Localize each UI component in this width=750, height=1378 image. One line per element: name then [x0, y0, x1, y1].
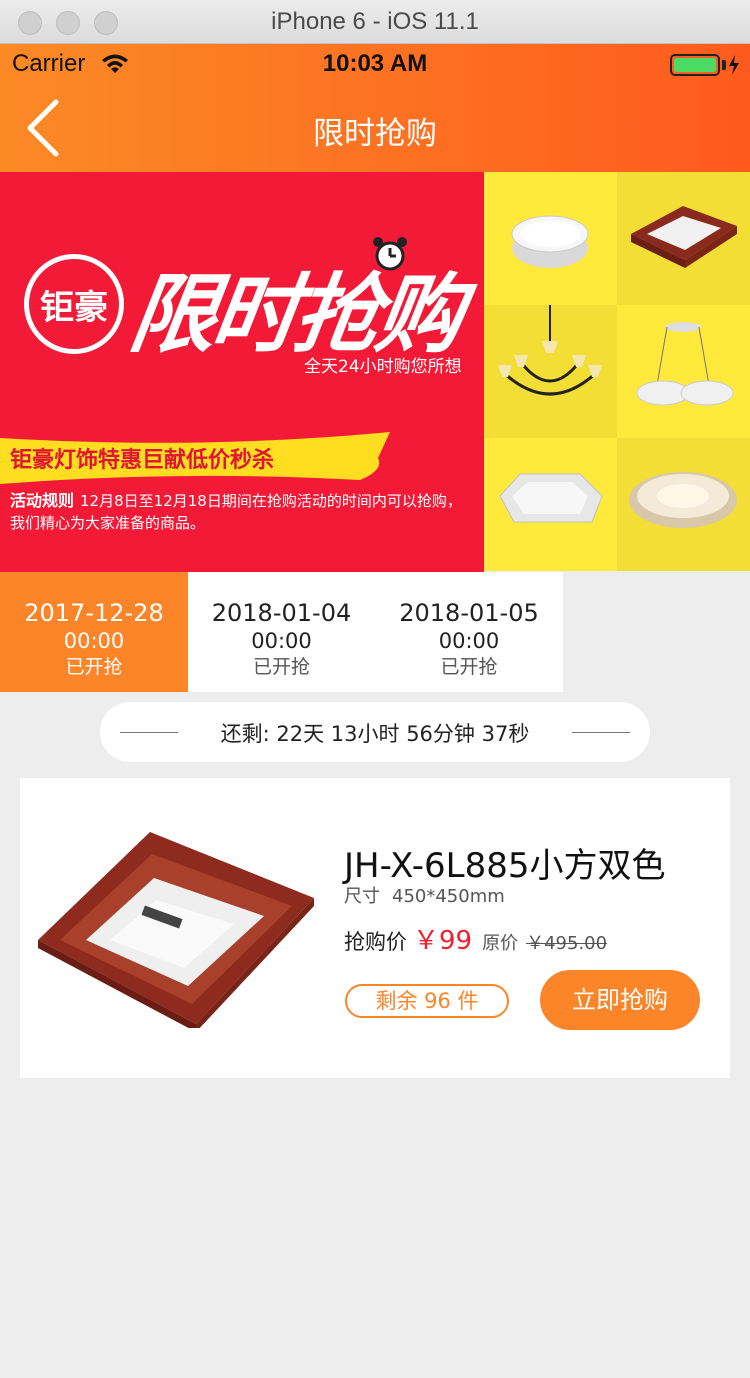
charging-icon [729, 55, 739, 75]
simulator-title-bar: iPhone 6 - iOS 11.1 [0, 0, 750, 44]
promo-banner[interactable]: 钜豪 限时抢购 全天24小时购您所想 钜豪灯饰特惠巨献低价秒杀 活动规则 12月8… [0, 172, 750, 572]
page-title: 限时抢购 [313, 116, 437, 152]
banner-product-grid [484, 172, 750, 572]
original-price-label: 原价 [482, 933, 519, 954]
banner-slogan: 全天24小时购您所想 [304, 357, 462, 377]
session-date: 2017-12-28 [24, 599, 164, 627]
size-label: 尺寸 [344, 886, 380, 907]
status-bar: Carrier 10:03 AM [0, 44, 750, 84]
session-tab[interactable]: 2018-01-04 00:00 已开抢 [188, 572, 375, 692]
countdown-pill: 还剩: 22天 13小时 56分钟 37秒 [100, 702, 650, 762]
session-status: 已开抢 [252, 656, 310, 678]
lamp-pendant-image [617, 305, 750, 438]
flash-price: ￥99 [413, 926, 473, 956]
lamp-chandelier-image [484, 305, 617, 438]
activity-rules: 活动规则 12月8日至12月18日期间在抢购活动的时间内可以抢购，我们精心为大家准… [10, 490, 470, 534]
lamp-round-ceiling-image [484, 172, 617, 305]
price-row: 抢购价 ￥99 原价 ￥495.00 [344, 920, 607, 957]
navigation-bar: 限时抢购 [0, 84, 750, 172]
alarm-clock-icon [373, 237, 407, 271]
rules-title: 活动规则 [10, 491, 75, 510]
session-time: 00:00 [251, 629, 312, 653]
banner-promo-area: 钜豪 限时抢购 全天24小时购您所想 钜豪灯饰特惠巨献低价秒杀 活动规则 12月8… [0, 172, 484, 572]
product-name: JH-X-6L885小方双色 [344, 846, 666, 886]
lamp-square-ceiling-image [617, 172, 750, 305]
lamp-octagon-ceiling-image [484, 438, 617, 571]
session-status: 已开抢 [65, 656, 123, 678]
brand-logo-text: 钜豪 [40, 287, 108, 328]
rules-text: 12月8日至12月18日期间在抢购活动的时间内可以抢购，我们精心为大家准备的商品… [10, 492, 462, 532]
session-tab[interactable]: 2017-12-28 00:00 已开抢 [0, 572, 188, 692]
stock-badge: 剩余 96 件 [345, 984, 509, 1018]
session-status: 已开抢 [440, 656, 498, 678]
buy-now-button[interactable]: 立即抢购 [540, 970, 700, 1030]
product-image[interactable] [30, 828, 320, 1028]
banner-ribbon-text: 钜豪灯饰特惠巨献低价秒杀 [10, 448, 275, 473]
simulator-title: iPhone 6 - iOS 11.1 [271, 8, 479, 35]
original-price: ￥495.00 [526, 933, 608, 954]
banner-headline: 限时抢购 [123, 265, 466, 365]
countdown-text: 还剩: 22天 13小时 56分钟 37秒 [220, 722, 530, 746]
session-time: 00:00 [63, 629, 125, 653]
session-tab[interactable]: 2018-01-05 00:00 已开抢 [375, 572, 563, 692]
app-header: Carrier 10:03 AM 限时抢购 [0, 44, 750, 172]
battery-icon [670, 54, 720, 76]
size-value: 450*450mm [392, 886, 505, 907]
session-time: 00:00 [438, 629, 500, 653]
product-card[interactable]: JH-X-6L885小方双色 尺寸 450*450mm 抢购价 ￥99 原价 ￥495.… [20, 778, 730, 1078]
product-size: 尺寸 450*450mm [344, 882, 505, 908]
session-date: 2018-01-05 [399, 599, 539, 627]
session-date: 2018-01-04 [211, 599, 352, 627]
countdown-divider-right [572, 732, 630, 733]
battery-tip [722, 60, 726, 70]
flash-price-label: 抢购价 [344, 930, 407, 954]
status-time: 10:03 AM [322, 50, 428, 77]
brand-logo: 钜豪 [24, 254, 124, 354]
lamp-crystal-ceiling-image [617, 438, 750, 571]
session-tabs: 2017-12-28 00:00 已开抢 2018-01-04 00:00 已开… [0, 572, 563, 692]
